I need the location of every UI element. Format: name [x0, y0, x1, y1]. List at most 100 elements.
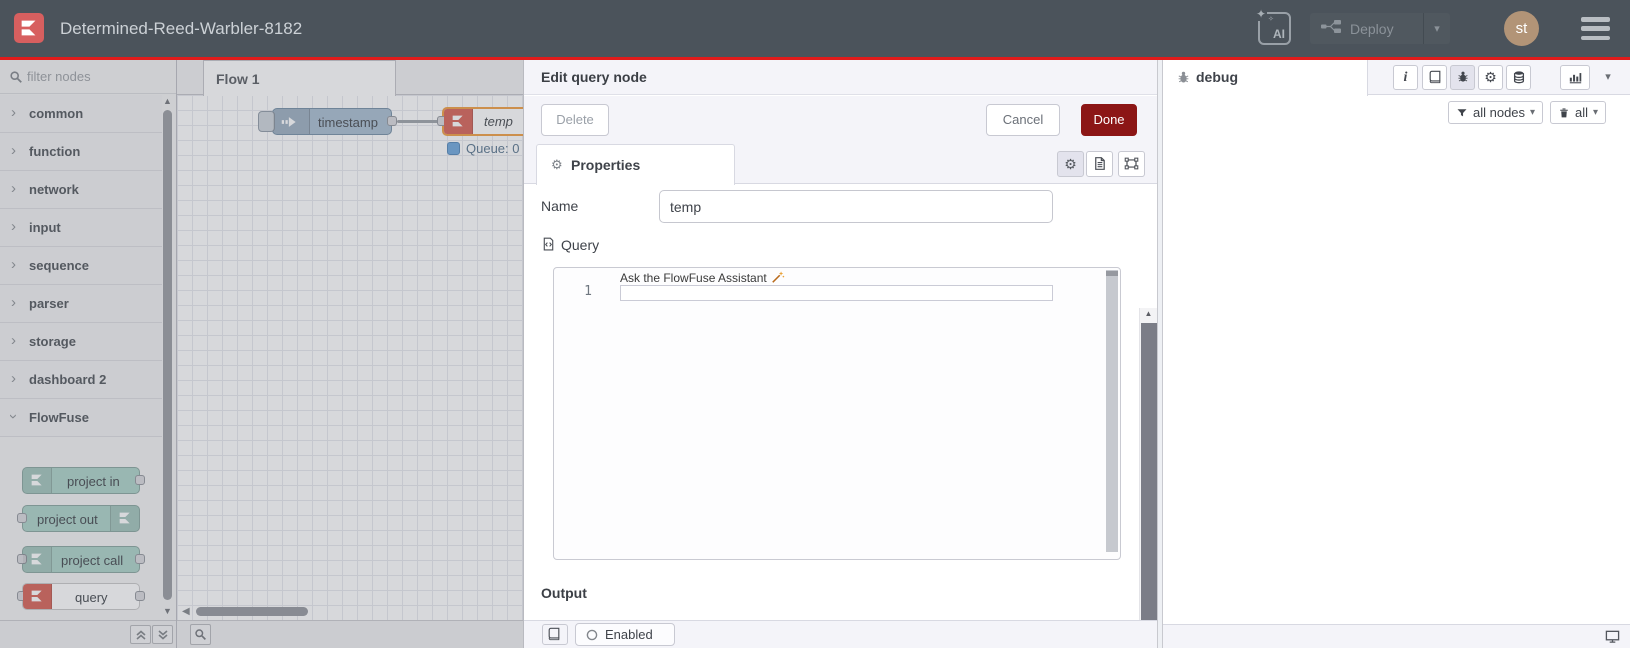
palette-node-query[interactable]: query	[17, 583, 145, 610]
properties-view-button[interactable]: ⚙	[1057, 151, 1084, 177]
double-chevron-up-icon	[136, 630, 146, 640]
done-button[interactable]: Done	[1081, 104, 1137, 136]
tab-debug[interactable]: debug	[1163, 60, 1368, 96]
output-port	[135, 591, 145, 601]
funnel-icon	[1457, 108, 1467, 116]
book-icon	[1429, 70, 1440, 84]
canvas-search-button[interactable]	[190, 624, 211, 645]
info-sidebar-button[interactable]: i	[1393, 65, 1418, 90]
flowfuse-logo-icon	[14, 13, 44, 43]
delete-button[interactable]: Delete	[541, 104, 609, 136]
tab-properties[interactable]: ⚙ Properties	[536, 144, 735, 185]
enabled-circle-icon	[586, 629, 598, 641]
filter-all-nodes-button[interactable]: all nodes ▾	[1448, 101, 1544, 124]
caret-down-icon: ▾	[1530, 107, 1536, 118]
palette-category-common[interactable]: › common	[0, 95, 162, 133]
palette-category-storage[interactable]: › storage	[0, 323, 162, 361]
debug-sidebar-button[interactable]	[1450, 65, 1475, 90]
sidebar-tab-bar: debug i ⚙ ▾	[1163, 60, 1630, 96]
open-debug-window-button[interactable]	[1605, 629, 1620, 648]
collapse-all-button[interactable]	[130, 625, 151, 644]
flowfuse-node-icon	[110, 506, 139, 531]
flowfuse-query-icon	[23, 584, 52, 609]
sidebar-options-caret[interactable]: ▾	[1600, 65, 1616, 90]
debug-sidebar: debug i ⚙ ▾ all nodes ▾ all ▾	[1163, 60, 1630, 648]
config-nodes-button[interactable]: ⚙	[1478, 65, 1503, 90]
clear-all-button[interactable]: all ▾	[1550, 101, 1607, 124]
sparkle-small-icon: ✧	[1268, 16, 1274, 23]
caret-down-icon: ▾	[1593, 107, 1599, 118]
node-red-editor: Determined-Reed-Warbler-8182 ✦ ✧ AI Depl…	[0, 0, 1630, 648]
flowfuse-query-icon	[444, 109, 473, 134]
query-code-editor[interactable]: 1 Ask the FlowFuse Assistant	[553, 267, 1121, 560]
palette-category-function[interactable]: › function	[0, 133, 162, 171]
deploy-nodes-icon	[1320, 19, 1342, 39]
canvas-horizontal-scrollbar[interactable]: ◀	[177, 606, 523, 618]
dialog-tab-row: ⚙ Properties ⚙	[524, 144, 1157, 185]
name-field[interactable]	[659, 190, 1053, 223]
palette-footer	[0, 620, 176, 648]
palette-category-network[interactable]: › network	[0, 171, 162, 209]
scroll-up-icon[interactable]: ▲	[161, 96, 174, 106]
help-sidebar-button[interactable]	[1422, 65, 1447, 90]
node-status-dot	[447, 142, 460, 155]
context-data-button[interactable]	[1506, 65, 1531, 90]
scroll-left-icon[interactable]: ◀	[182, 606, 190, 617]
scrollbar-thumb[interactable]	[196, 607, 308, 616]
editor-scrollbar-thumb[interactable]	[1106, 270, 1118, 552]
assistant-hint[interactable]: Ask the FlowFuse Assistant	[620, 270, 785, 285]
chevron-right-icon: ›	[11, 370, 16, 387]
palette-category-flowfuse[interactable]: › FlowFuse	[0, 399, 162, 437]
chevron-right-icon: ›	[11, 142, 16, 159]
dialog-button-row: Delete Cancel Done	[524, 96, 1157, 144]
palette-node-project-in[interactable]: project in	[22, 467, 145, 494]
gear-icon: ⚙	[551, 157, 563, 172]
document-icon	[1095, 157, 1105, 170]
editor-current-line[interactable]	[620, 285, 1053, 301]
main-menu-button[interactable]	[1581, 17, 1610, 40]
palette-node-project-out[interactable]: project out	[17, 505, 140, 532]
scroll-down-icon[interactable]: ▼	[161, 606, 174, 616]
palette-category-parser[interactable]: › parser	[0, 285, 162, 323]
scrollbar-thumb[interactable]	[163, 110, 172, 600]
palette-search[interactable]	[0, 60, 176, 94]
deploy-dropdown-caret[interactable]: ▾	[1424, 22, 1450, 35]
user-avatar[interactable]: st	[1504, 11, 1539, 46]
node-enabled-toggle[interactable]: Enabled	[575, 623, 675, 646]
palette-category-input[interactable]: › input	[0, 209, 162, 247]
chevron-right-icon: ›	[11, 256, 16, 273]
node-palette: ›common ›function ›network ›input ›seque…	[0, 60, 177, 648]
dashboard-sidebar-button[interactable]	[1560, 65, 1590, 90]
palette-category-sequence[interactable]: › sequence	[0, 247, 162, 285]
query-node-temp-selected[interactable]: temp	[437, 107, 523, 136]
canvas-grid[interactable]	[177, 95, 523, 620]
search-icon	[10, 71, 22, 83]
output-section-label: Output	[541, 585, 587, 601]
filter-nodes-input[interactable]	[27, 60, 167, 93]
search-icon	[195, 629, 206, 640]
flow-workspace[interactable]: Flow 1 timestamp temp Queue: 0 ◀	[177, 60, 523, 648]
gear-icon: ⚙	[1064, 156, 1077, 172]
node-help-button[interactable]	[542, 624, 568, 645]
cancel-button[interactable]: Cancel	[986, 104, 1060, 136]
double-chevron-down-icon	[158, 630, 168, 640]
palette-scrollbar[interactable]: ▲ ▼	[161, 96, 174, 616]
ai-assistant-button[interactable]: ✦ ✧ AI	[1255, 7, 1291, 45]
output-port	[135, 554, 145, 564]
tab-flow-1[interactable]: Flow 1	[203, 60, 396, 96]
scrollbar-thumb[interactable]	[1141, 323, 1157, 648]
monitor-icon	[1605, 630, 1620, 643]
chevron-right-icon: ›	[11, 104, 16, 121]
appearance-view-button[interactable]	[1118, 151, 1145, 177]
inject-node-timestamp[interactable]: timestamp	[258, 108, 397, 135]
scroll-up-icon[interactable]: ▲	[1140, 309, 1157, 318]
description-view-button[interactable]	[1086, 151, 1113, 177]
bug-icon	[1178, 71, 1189, 83]
palette-category-dashboard-2[interactable]: › dashboard 2	[0, 361, 162, 399]
palette-node-project-call[interactable]: project call	[17, 546, 145, 573]
deploy-button[interactable]: Deploy ▾	[1310, 13, 1450, 44]
expand-all-button[interactable]	[152, 625, 173, 644]
form-scrollbar[interactable]: ▲ ▼	[1139, 308, 1157, 648]
output-port[interactable]	[387, 116, 397, 126]
chevron-right-icon: ›	[11, 218, 16, 235]
